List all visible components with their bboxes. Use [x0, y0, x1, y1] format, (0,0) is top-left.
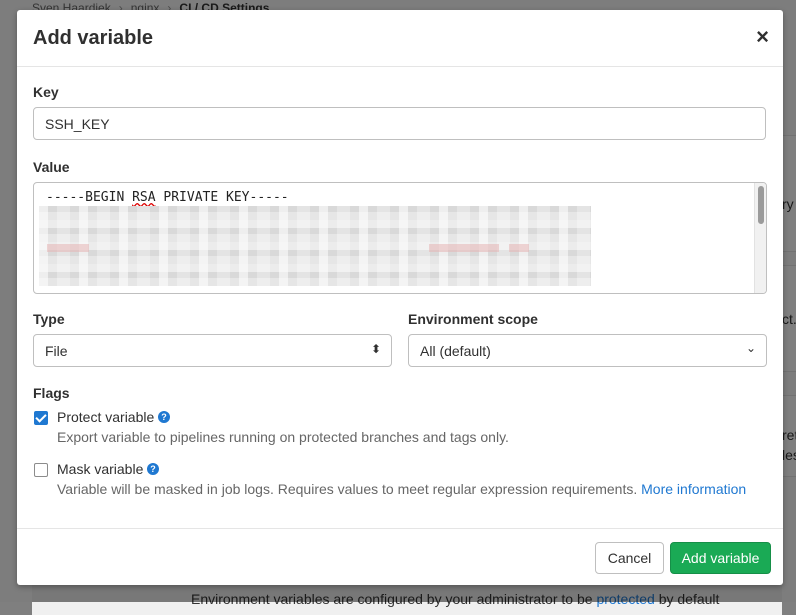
environment-scope-label: Environment scope	[408, 311, 538, 327]
modal-footer: Cancel Add variable	[17, 528, 783, 586]
cancel-button[interactable]: Cancel	[595, 542, 664, 574]
type-select-value: File	[45, 343, 68, 359]
environment-scope-value: All (default)	[420, 343, 491, 359]
modal-title: Add variable	[33, 27, 154, 49]
mask-variable-label[interactable]: Mask variable	[57, 461, 143, 477]
sort-arrows-icon: ⬍	[370, 342, 381, 356]
key-input[interactable]	[33, 107, 766, 140]
textarea-scrollbar[interactable]	[754, 183, 766, 293]
protect-variable-help: Export variable to pipelines running on …	[57, 429, 509, 445]
type-select[interactable]: File ⬍	[33, 334, 392, 367]
value-label: Value	[33, 159, 70, 175]
protect-variable-checkbox[interactable]	[34, 411, 48, 425]
value-first-line: -----BEGIN RSA PRIVATE KEY-----	[46, 190, 289, 205]
modal-header: Add variable ×	[17, 10, 783, 67]
add-variable-button[interactable]: Add variable	[670, 542, 771, 574]
redacted-key-content	[39, 206, 591, 286]
chevron-down-icon: ⌄	[745, 341, 756, 355]
more-information-link[interactable]: More information	[641, 481, 746, 497]
type-label: Type	[33, 311, 65, 327]
mask-variable-checkbox[interactable]	[34, 463, 48, 477]
flags-label: Flags	[33, 385, 70, 401]
scrollbar-thumb[interactable]	[758, 186, 764, 224]
protect-variable-label[interactable]: Protect variable	[57, 409, 154, 425]
value-textarea[interactable]: -----BEGIN RSA PRIVATE KEY-----	[33, 182, 767, 294]
question-icon[interactable]: ?	[158, 411, 170, 423]
question-icon[interactable]: ?	[147, 463, 159, 475]
key-label: Key	[33, 84, 59, 100]
environment-scope-select[interactable]: All (default) ⌄	[408, 334, 767, 367]
close-icon[interactable]: ×	[756, 26, 769, 48]
mask-variable-help: Variable will be masked in job logs. Req…	[57, 481, 747, 497]
add-variable-modal: Add variable × Key Value -----BEGIN RSA …	[17, 10, 783, 585]
